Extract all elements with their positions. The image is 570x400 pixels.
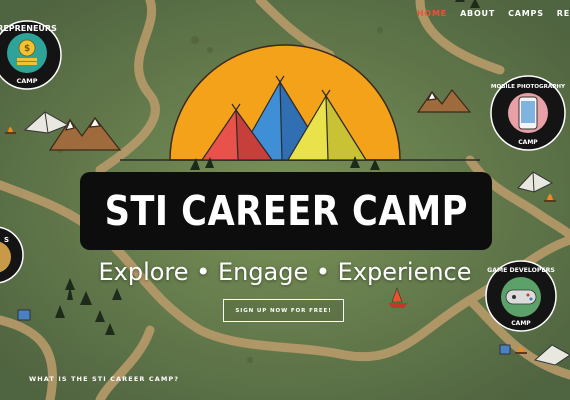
svg-text:CAMP: CAMP xyxy=(16,77,37,85)
hero-tagline: Explore • Engage • Experience xyxy=(98,258,472,286)
page-title: STI CAREER CAMP xyxy=(104,187,468,235)
svg-text:$: $ xyxy=(24,44,30,54)
hero-title-banner: STI CAREER CAMP xyxy=(80,172,492,250)
nav-camps[interactable]: CAMPS xyxy=(508,9,544,18)
mobile-photography-camp-badge: MOBILE PHOTOGRAPHY CAMP xyxy=(490,75,566,151)
entrepreneurs-camp-badge: $ REPRENEURS CAMP xyxy=(0,20,62,90)
nav-home[interactable]: HOME xyxy=(417,9,447,18)
nav-re[interactable]: RE xyxy=(557,9,570,18)
svg-text:MOBILE PHOTOGRAPHY: MOBILE PHOTOGRAPHY xyxy=(491,84,566,90)
sign-up-button-label: SIGN UP NOW FOR FREE! xyxy=(235,307,332,314)
what-is-section-link[interactable]: WHAT IS THE STI CAREER CAMP? xyxy=(29,375,179,383)
svg-text:CAMP: CAMP xyxy=(511,320,531,327)
sign-up-button[interactable]: SIGN UP NOW FOR FREE! xyxy=(223,299,344,322)
svg-text:S: S xyxy=(4,236,9,244)
nav-about[interactable]: ABOUT xyxy=(460,9,495,18)
svg-text:CAMP: CAMP xyxy=(518,139,538,146)
main-nav: HOME ABOUT CAMPS RE xyxy=(404,9,570,18)
svg-text:REPRENEURS: REPRENEURS xyxy=(0,24,57,33)
